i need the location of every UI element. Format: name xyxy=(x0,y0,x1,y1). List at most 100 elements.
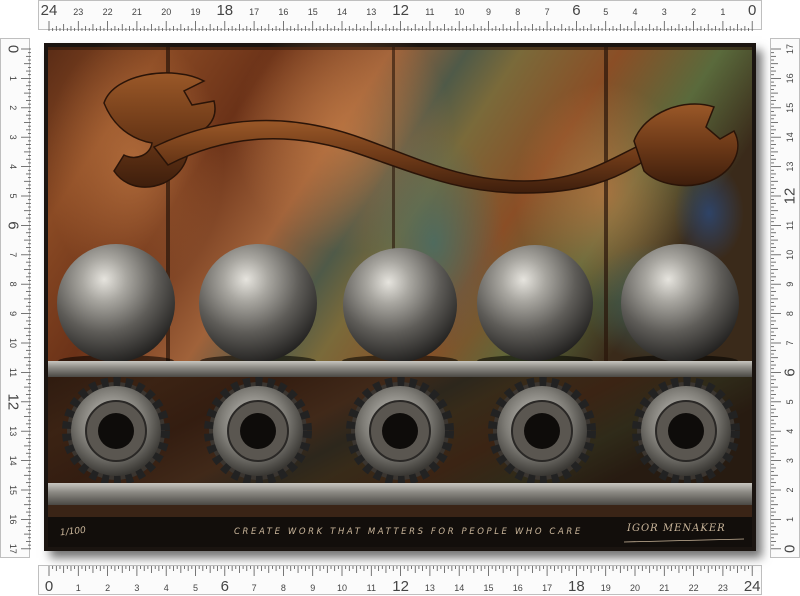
ruler-label: 13 xyxy=(366,7,376,17)
ruler-label: 13 xyxy=(425,583,435,593)
ruler-label: 14 xyxy=(454,583,464,593)
ruler-label: 3 xyxy=(662,7,667,17)
ruler-label: 3 xyxy=(134,583,139,593)
ruler-left: 0 1 2 3 4 5 6 7 8 9 10 11 12 13 14 15 16 17 xyxy=(0,38,31,558)
ruler-label: 23 xyxy=(718,583,728,593)
ruler-label: 4 xyxy=(785,429,795,434)
ruler-label: 4 xyxy=(164,583,169,593)
ruler-label: 12 xyxy=(392,578,409,595)
ruler-label: 4 xyxy=(8,164,18,169)
ruler-label: 24 xyxy=(744,578,761,595)
ruler-label: 17 xyxy=(249,7,259,17)
ruler-label: 5 xyxy=(193,583,198,593)
ruler-label: 17 xyxy=(785,44,795,54)
gear-icon xyxy=(62,377,170,485)
ruler-label: 5 xyxy=(8,193,18,198)
ruler-label: 19 xyxy=(601,583,611,593)
ruler-label: 1 xyxy=(76,583,81,593)
ruler-label: 10 xyxy=(337,583,347,593)
ruler-right: 17 16 15 14 13 12 11 10 9 8 7 6 5 4 3 2 1 0 xyxy=(770,38,800,558)
ruler-label: 3 xyxy=(785,458,795,463)
ruler-label: 21 xyxy=(659,583,669,593)
ruler-label: 7 xyxy=(545,7,550,17)
ruler-label: 22 xyxy=(689,583,699,593)
ruler-label: 6 xyxy=(782,368,799,376)
gear-icon xyxy=(632,377,740,485)
ruler-label: 6 xyxy=(221,578,229,595)
artist-signature: IGOR MENAKER xyxy=(627,523,726,534)
ruler-label: 13 xyxy=(8,426,18,436)
ruler-label: 18 xyxy=(216,2,233,19)
ruler-label: 5 xyxy=(785,399,795,404)
ruler-label: 16 xyxy=(278,7,288,17)
ruler-label: 12 xyxy=(5,393,22,410)
ruler-label: 12 xyxy=(392,2,409,19)
ruler-label: 10 xyxy=(785,250,795,260)
ruler-label: 9 xyxy=(486,7,491,17)
ruler-label: 11 xyxy=(8,368,18,377)
ruler-label: 9 xyxy=(8,311,18,316)
ruler-label: 10 xyxy=(454,7,464,17)
metal-shelf-icon xyxy=(48,361,752,377)
ruler-label: 13 xyxy=(785,162,795,172)
ruler-label: 10 xyxy=(8,338,18,348)
ruler-label: 2 xyxy=(105,583,110,593)
ruler-label: 23 xyxy=(73,7,83,17)
ruler-label: 7 xyxy=(785,340,795,345)
ruler-label: 14 xyxy=(8,456,18,466)
ruler-label: 3 xyxy=(8,135,18,140)
artwork-print: 1/100 CREATE WORK THAT MATTERS FOR PEOPL… xyxy=(44,43,756,551)
ruler-label: 8 xyxy=(281,583,286,593)
slogan-text: CREATE WORK THAT MATTERS FOR PEOPLE WHO … xyxy=(234,527,583,537)
ruler-label: 22 xyxy=(103,7,113,17)
ruler-label: 8 xyxy=(785,311,795,316)
ruler-label: 1 xyxy=(720,7,725,17)
ruler-label: 18 xyxy=(568,578,585,595)
ruler-label: 15 xyxy=(308,7,318,17)
metal-shelf-icon xyxy=(48,483,752,505)
steel-ball-icon xyxy=(477,245,593,361)
ruler-bottom: 0 1 2 3 4 5 6 7 8 9 10 11 12 13 14 15 16 17 18 19 20 21 22 23 24 xyxy=(38,565,762,595)
gear-icon xyxy=(488,377,596,485)
ruler-label: 20 xyxy=(161,7,171,17)
ruler-label: 2 xyxy=(8,105,18,110)
gear-icon xyxy=(346,377,454,485)
ruler-label: 6 xyxy=(5,221,22,229)
ruler-label: 1 xyxy=(785,517,795,522)
ruler-label: 2 xyxy=(691,7,696,17)
ruler-label: 16 xyxy=(513,583,523,593)
ruler-label: 6 xyxy=(572,2,580,19)
ruler-label: 11 xyxy=(367,583,376,593)
ruler-label: 2 xyxy=(785,487,795,492)
still-life-photo xyxy=(44,43,752,547)
ruler-label: 9 xyxy=(785,282,795,287)
ruler-label: 14 xyxy=(337,7,347,17)
ruler-label: 0 xyxy=(5,45,22,53)
ruler-label: 1 xyxy=(8,76,18,81)
ruler-label: 24 xyxy=(41,2,58,19)
ruler-label: 17 xyxy=(8,544,18,554)
ruler-label: 11 xyxy=(785,221,795,230)
ruler-label: 4 xyxy=(632,7,637,17)
ruler-label: 15 xyxy=(8,485,18,495)
ruler-label: 16 xyxy=(785,73,795,83)
ruler-label: 5 xyxy=(603,7,608,17)
ruler-label: 11 xyxy=(425,7,434,17)
ruler-label: 16 xyxy=(8,514,18,524)
ruler-label: 8 xyxy=(515,7,520,17)
ruler-label: 0 xyxy=(45,578,53,595)
steel-ball-icon xyxy=(343,248,457,362)
ruler-label: 14 xyxy=(785,132,795,142)
ruler-label: 19 xyxy=(190,7,200,17)
ruler-label: 15 xyxy=(483,583,493,593)
ruler-label: 8 xyxy=(8,282,18,287)
ruler-label: 7 xyxy=(252,583,257,593)
ruler-top: 24 23 22 21 20 19 18 17 16 15 14 13 12 11 10 9 8 7 6 5 4 3 2 1 0 xyxy=(38,0,762,31)
ruler-label: 17 xyxy=(542,583,552,593)
ruler-label: 15 xyxy=(785,103,795,113)
ruler-label: 0 xyxy=(782,545,799,553)
steel-ball-icon xyxy=(621,244,739,362)
steel-ball-icon xyxy=(57,244,175,362)
ruler-label: 7 xyxy=(8,252,18,257)
ruler-label: 9 xyxy=(310,583,315,593)
